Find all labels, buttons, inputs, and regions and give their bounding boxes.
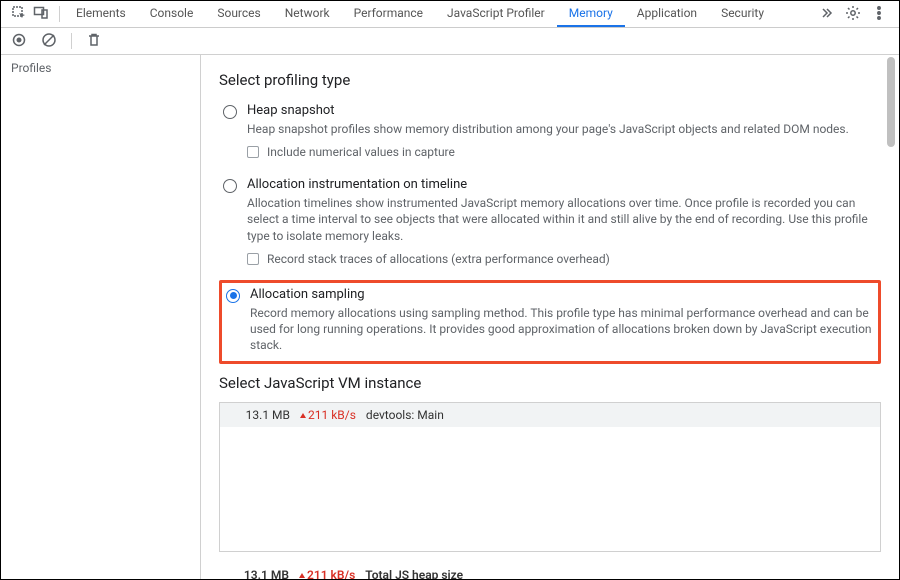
checkbox-icon[interactable] [247,146,259,158]
tab-elements[interactable]: Elements [64,1,138,27]
option-allocation-sampling[interactable]: Allocation sampling Record memory alloca… [219,280,881,365]
memory-content: Select profiling type Heap snapshot Heap… [201,55,899,579]
divider [71,33,72,49]
option-desc: Heap snapshot profiles show memory distr… [247,121,877,137]
radio-icon[interactable] [223,179,237,193]
tab-security[interactable]: Security [709,1,776,27]
vm-size: 13.1 MB [230,408,290,422]
arrow-up-icon [299,573,305,578]
tab-network[interactable]: Network [273,1,342,27]
vm-instance-list: 13.1 MB 211 kB/s devtools: Main [219,402,881,552]
settings-icon[interactable] [845,5,861,24]
scrollbar[interactable] [885,57,897,577]
divider [59,6,60,22]
dock-icons [5,5,55,24]
inspect-icon[interactable] [11,5,27,24]
device-toolbar-icon[interactable] [33,5,49,24]
more-tabs-icon[interactable] [819,5,835,24]
checkbox-icon[interactable] [247,253,259,265]
option-desc: Allocation timelines show instrumented J… [247,195,877,244]
option-subcheck[interactable]: Include numerical values in capture [247,145,877,159]
subcheck-label: Record stack traces of allocations (extr… [267,252,610,266]
option-label: Allocation instrumentation on timeline [247,177,877,192]
clear-icon[interactable] [41,32,57,51]
option-label: Allocation sampling [250,287,874,302]
total-size: 13.1 MB [229,568,289,579]
tab-application[interactable]: Application [625,1,709,27]
vm-instance-title: Select JavaScript VM instance [219,374,881,392]
tab-console[interactable]: Console [138,1,206,27]
profiling-type-title: Select profiling type [219,71,881,89]
arrow-up-icon [300,413,306,418]
tab-memory[interactable]: Memory [557,1,625,27]
option-subcheck[interactable]: Record stack traces of allocations (extr… [247,252,877,266]
devtools-tabstrip: ElementsConsoleSourcesNetworkPerformance… [1,1,899,28]
panel-tabs: ElementsConsoleSourcesNetworkPerformance… [64,1,811,27]
radio-icon[interactable] [223,105,237,119]
profiles-section-header: Profiles [1,55,200,81]
vm-rate: 211 kB/s [300,408,356,422]
memory-toolbar [1,28,899,55]
subcheck-label: Include numerical values in capture [267,145,455,159]
tab-performance[interactable]: Performance [342,1,435,27]
delete-icon[interactable] [86,32,102,51]
total-rate: 211 kB/s [299,568,355,579]
radio-icon[interactable] [226,289,240,303]
record-icon[interactable] [11,32,27,51]
option-heap-snapshot[interactable]: Heap snapshot Heap snapshot profiles sho… [219,99,881,167]
option-allocation-timeline[interactable]: Allocation instrumentation on timeline A… [219,173,881,274]
memory-footer: 13.1 MB 211 kB/s Total JS heap size Star… [219,562,881,579]
vm-instance-row[interactable]: 13.1 MB 211 kB/s devtools: Main [220,403,880,427]
profiles-sidebar: Profiles [1,55,201,579]
kebab-menu-icon[interactable] [871,5,887,24]
total-label: Total JS heap size [365,568,463,579]
vm-name: devtools: Main [366,408,444,422]
option-desc: Record memory allocations using sampling… [250,305,874,354]
option-label: Heap snapshot [247,103,877,118]
tab-javascript-profiler[interactable]: JavaScript Profiler [435,1,557,27]
tab-sources[interactable]: Sources [205,1,272,27]
